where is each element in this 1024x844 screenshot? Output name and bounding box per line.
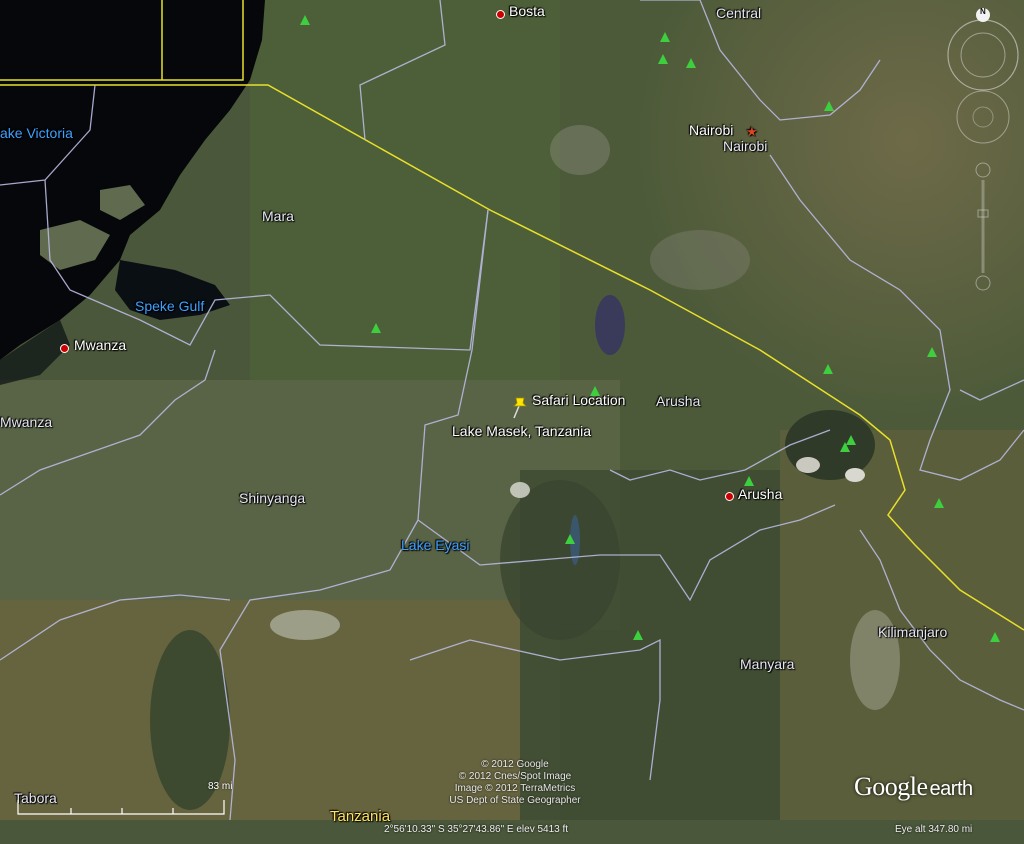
bosta-city-dot[interactable]	[496, 10, 505, 19]
park-icon[interactable]	[934, 498, 944, 508]
bosta-label: Bosta	[509, 3, 545, 19]
mwanza-region-label: Mwanza	[0, 414, 53, 430]
logo-google-text: Google	[854, 772, 928, 801]
park-icon[interactable]	[371, 323, 381, 333]
park-icon[interactable]	[686, 58, 696, 68]
nairobi-region-label: Nairobi	[723, 138, 768, 154]
eye-altitude: Eye alt 347.80 mi	[895, 824, 973, 835]
placemark-description-label: Lake Masek, Tanzania	[452, 423, 592, 439]
lake-eyasi-label: Lake Eyasi	[401, 537, 470, 553]
kilimanjaro-region-label: Kilimanjaro	[878, 624, 948, 640]
arusha-region-label: Arusha	[656, 393, 701, 409]
mwanza-city-label: Mwanza	[74, 337, 127, 353]
shinyanga-region-label: Shinyanga	[239, 490, 306, 506]
speke-gulf-label: Speke Gulf	[135, 298, 205, 314]
credit-line: Image © 2012 TerraMetrics	[454, 783, 576, 794]
park-icon[interactable]	[660, 32, 670, 42]
park-icon[interactable]	[840, 442, 850, 452]
navigation-controls[interactable]	[944, 5, 1022, 305]
logo-earth-text: earth	[929, 778, 974, 800]
credit-line: © 2012 Google	[481, 759, 549, 770]
park-icon[interactable]	[744, 476, 754, 486]
scale-legend-bar	[17, 800, 225, 815]
park-icon[interactable]	[658, 54, 668, 64]
mwanza-city-dot[interactable]	[60, 344, 69, 353]
park-icon[interactable]	[300, 15, 310, 25]
credit-line: US Dept of State Geographer	[449, 795, 581, 806]
park-icon[interactable]	[927, 347, 937, 357]
scale-legend-label: 83 mi	[208, 781, 233, 792]
arusha-city-label: Arusha	[738, 486, 783, 502]
map-view[interactable]: ake Victoria Speke Gulf Lake Eyasi Bosta…	[0, 0, 1024, 844]
central-region-label: Central	[716, 5, 762, 21]
credit-line: © 2012 Cnes/Spot Image	[458, 771, 572, 782]
park-icon[interactable]	[824, 101, 834, 111]
mara-region-label: Mara	[262, 208, 294, 224]
manyara-region-label: Manyara	[740, 656, 795, 672]
yellow-pushpin-icon[interactable]	[508, 394, 530, 420]
arusha-city-dot[interactable]	[725, 492, 734, 501]
park-icon[interactable]	[590, 386, 600, 396]
lake-victoria-label: ake Victoria	[0, 125, 73, 141]
park-icon[interactable]	[823, 364, 833, 374]
google-earth-logo: Google earth	[854, 772, 973, 802]
north-indicator[interactable]: N	[980, 8, 986, 16]
pointer-coordinates: 2°56'10.33" S 35°27'43.86" E elev 5413 f…	[384, 824, 569, 835]
satellite-terrain	[0, 0, 1024, 844]
imagery-credits: © 2012 Google © 2012 Cnes/Spot Image Ima…	[420, 759, 610, 807]
park-icon[interactable]	[565, 534, 575, 544]
park-icon[interactable]	[633, 630, 643, 640]
nairobi-city-label: Nairobi	[689, 122, 734, 138]
placemark-name-label[interactable]: Safari Location	[532, 392, 625, 408]
park-icon[interactable]	[990, 632, 1000, 642]
